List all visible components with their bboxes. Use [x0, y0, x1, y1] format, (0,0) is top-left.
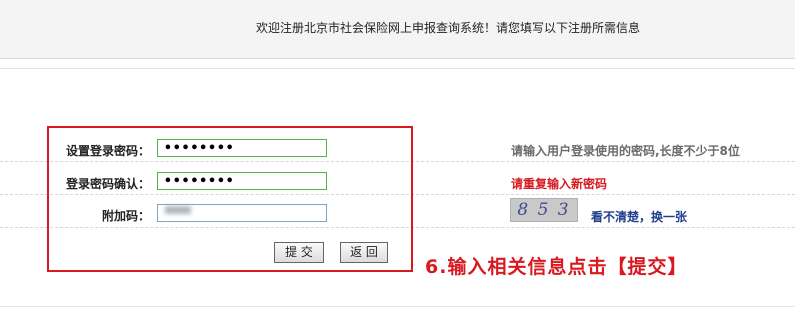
password-field[interactable] [157, 139, 327, 157]
header-bar: 欢迎注册北京市社会保险网上申报查询系统！请您填写以下注册所需信息 [0, 0, 795, 59]
instruction-annotation: 6.输入相关信息点击【提交】 [425, 256, 688, 278]
bottom-divider [0, 306, 795, 307]
confirm-password-field[interactable] [157, 172, 327, 190]
password-hint: 请输入用户登录使用的密码,长度不少于8位 [511, 144, 740, 158]
password-label: 设置登录密码： [65, 144, 150, 158]
welcome-message: 欢迎注册北京市社会保险网上申报查询系统！请您填写以下注册所需信息 [256, 21, 641, 35]
submit-button[interactable]: 提 交 [274, 242, 324, 263]
confirm-password-hint: 请重复输入新密码 [511, 177, 608, 191]
refresh-captcha-link[interactable]: 看不清楚，换一张 [591, 208, 687, 225]
header-divider [0, 68, 795, 69]
back-button[interactable]: 返 回 [340, 242, 388, 263]
captcha-image[interactable]: 8 5 3 5 [510, 198, 578, 222]
confirm-password-label: 登录密码确认： [65, 177, 150, 191]
captcha-label: 附加码： [101, 209, 150, 223]
redacted-captcha-value [165, 206, 191, 214]
